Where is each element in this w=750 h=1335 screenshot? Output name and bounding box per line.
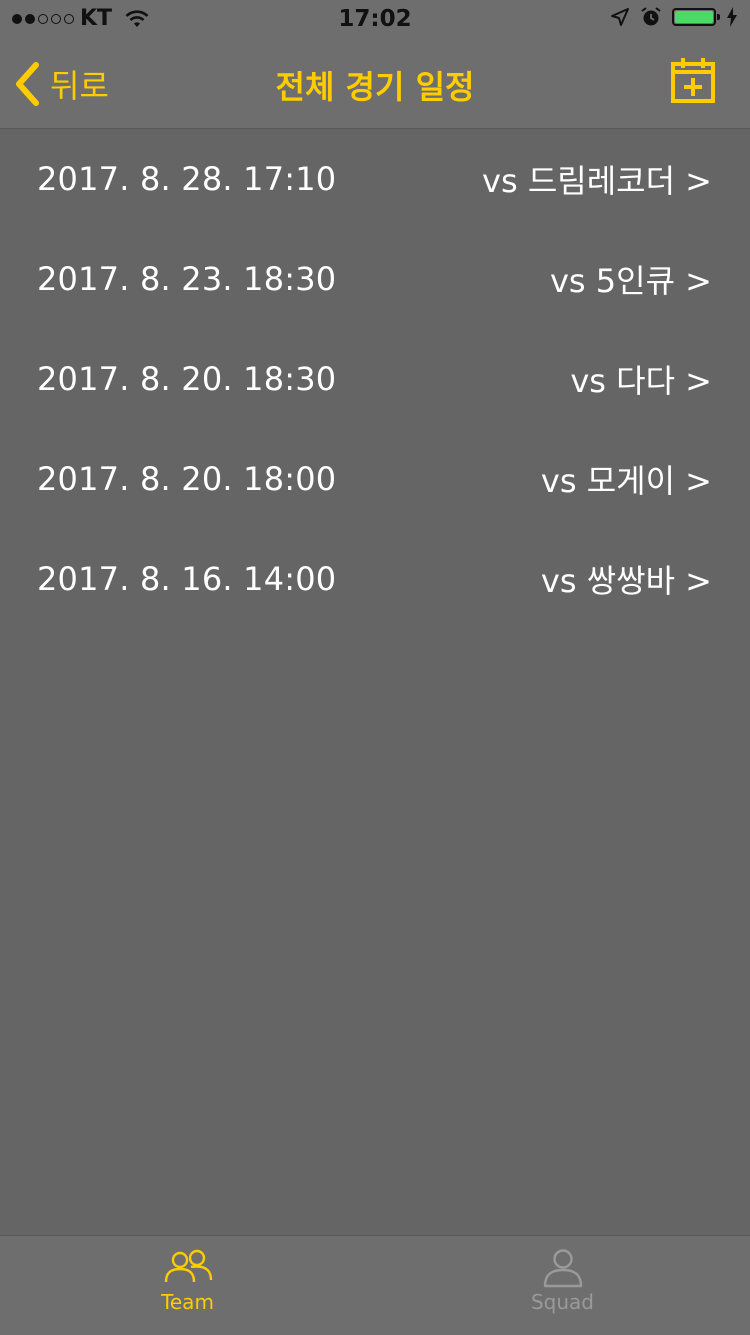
charging-bolt-icon	[727, 7, 737, 27]
match-date: 2017. 8. 20. 18:00	[37, 460, 337, 498]
navigation-bar: 뒤로 전체 경기 일정	[0, 40, 750, 129]
tab-squad[interactable]: Squad	[375, 1236, 750, 1335]
match-opponent: vs 다다 >	[570, 362, 712, 400]
battery-fill	[675, 11, 713, 23]
tab-team[interactable]: Team	[0, 1236, 375, 1335]
status-right	[610, 6, 738, 28]
squad-icon	[543, 1249, 582, 1288]
match-row[interactable]: 2017. 8. 28. 17:10 vs 드림레코더 >	[0, 129, 750, 229]
match-opponent: vs 5인큐 >	[549, 262, 712, 300]
status-bar: KT 17:02	[0, 0, 750, 40]
match-date: 2017. 8. 16. 14:00	[37, 560, 337, 598]
page-title: 전체 경기 일정	[275, 68, 475, 106]
add-schedule-button[interactable]	[670, 56, 716, 104]
team-icon	[164, 1249, 212, 1283]
match-schedule-list: 2017. 8. 28. 17:10 vs 드림레코더 > 2017. 8. 2…	[0, 129, 750, 629]
alarm-icon	[641, 7, 661, 26]
location-arrow-icon	[611, 8, 629, 26]
match-date: 2017. 8. 23. 18:30	[37, 260, 337, 298]
calendar-add-icon	[671, 58, 715, 103]
match-row[interactable]: 2017. 8. 16. 14:00 vs 쌍쌍바 >	[0, 529, 750, 629]
tab-label: Squad	[530, 1290, 595, 1314]
tab-label: Team	[161, 1290, 214, 1314]
match-row[interactable]: 2017. 8. 20. 18:00 vs 모게이 >	[0, 429, 750, 529]
match-row[interactable]: 2017. 8. 23. 18:30 vs 5인큐 >	[0, 229, 750, 329]
battery-icon	[672, 8, 720, 26]
match-opponent: vs 드림레코더 >	[482, 162, 712, 200]
match-date: 2017. 8. 20. 18:30	[37, 360, 337, 398]
match-date: 2017. 8. 28. 17:10	[37, 160, 337, 198]
match-opponent: vs 쌍쌍바 >	[540, 562, 712, 600]
match-opponent: vs 모게이 >	[540, 462, 712, 500]
match-row[interactable]: 2017. 8. 20. 18:30 vs 다다 >	[0, 329, 750, 429]
tab-bar: Team Squad	[0, 1235, 750, 1335]
